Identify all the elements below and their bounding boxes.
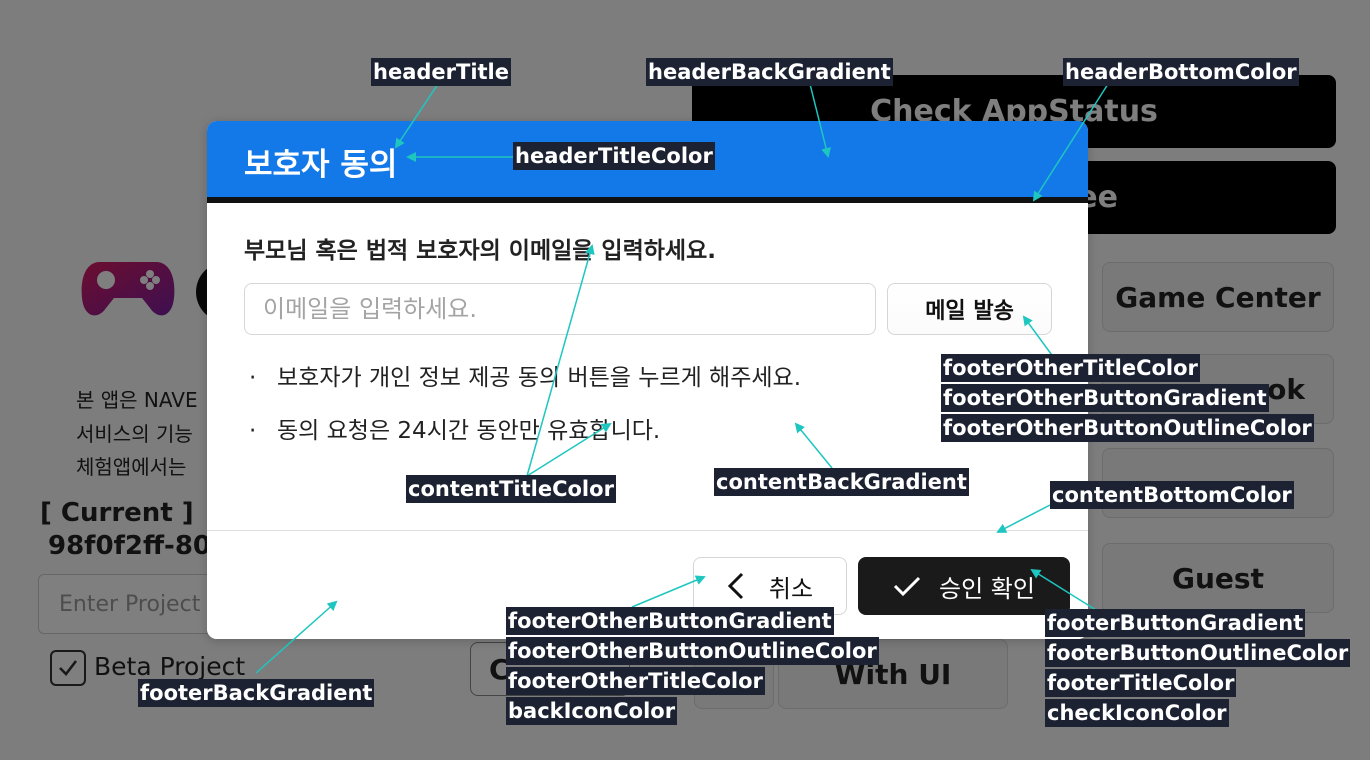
annotation-content-back-gradient: contentBackGradient — [714, 468, 969, 496]
notice-text: 동의 요청은 24시간 동안만 유효합니다. — [277, 418, 661, 444]
notice-item: · 보호자가 개인 정보 제공 동의 버튼을 누르게 해주세요. — [249, 358, 801, 392]
content-title: 부모님 혹은 법적 보호자의 이메일을 입력하세요. — [244, 238, 716, 264]
annotation-footer-other-button-outline-color: footerOtherButtonOutlineColor — [941, 414, 1314, 442]
annotation-footer-other-title-color-2: footerOtherTitleColor — [506, 667, 765, 695]
confirm-approval-button[interactable]: 승인 확인 — [858, 557, 1070, 615]
annotation-footer-other-button-gradient: footerOtherButtonGradient — [941, 384, 1269, 412]
confirm-label: 승인 확인 — [939, 574, 1035, 603]
annotation-footer-button-outline-color: footerButtonOutlineColor — [1045, 639, 1351, 667]
notice-bullet: · — [249, 365, 257, 391]
notice-bullet: · — [249, 418, 257, 444]
annotation-content-bottom-color: contentBottomColor — [1050, 481, 1294, 509]
annotation-footer-other-button-outline-color-2: footerOtherButtonOutlineColor — [506, 637, 879, 665]
annotation-footer-title-color: footerTitleColor — [1045, 669, 1237, 697]
notice-text: 보호자가 개인 정보 제공 동의 버튼을 누르게 해주세요. — [277, 365, 802, 391]
annotation-footer-other-button-gradient-2: footerOtherButtonGradient — [506, 607, 834, 635]
annotation-footer-back-gradient: footerBackGradient — [138, 679, 375, 707]
annotation-footer-button-gradient: footerButtonGradient — [1045, 609, 1306, 637]
annotation-content-title-color: contentTitleColor — [406, 475, 616, 503]
annotation-footer-other-title-color: footerOtherTitleColor — [941, 354, 1200, 382]
dialog-title: 보호자 동의 — [244, 147, 398, 183]
notice-item: · 동의 요청은 24시간 동안만 유효합니다. — [249, 411, 660, 445]
annotation-header-title: headerTitle — [371, 58, 511, 86]
check-icon — [893, 576, 921, 597]
guardian-email-input[interactable] — [244, 283, 876, 335]
annotation-header-back-gradient: headerBackGradient — [646, 58, 893, 86]
annotation-check-icon-color: checkIconColor — [1045, 699, 1229, 727]
send-mail-label: 메일 발송 — [925, 299, 1014, 324]
screen: Check AppStatus ee Game Center ok Guest … — [0, 0, 1370, 760]
annotation-header-title-color: headerTitleColor — [513, 142, 715, 170]
annotation-header-bottom-color: headerBottomColor — [1063, 58, 1299, 86]
annotation-back-icon-color: backIconColor — [506, 697, 678, 725]
chevron-left-icon — [727, 572, 743, 600]
cancel-label: 취소 — [768, 574, 814, 603]
send-mail-button[interactable]: 메일 발송 — [887, 283, 1052, 335]
